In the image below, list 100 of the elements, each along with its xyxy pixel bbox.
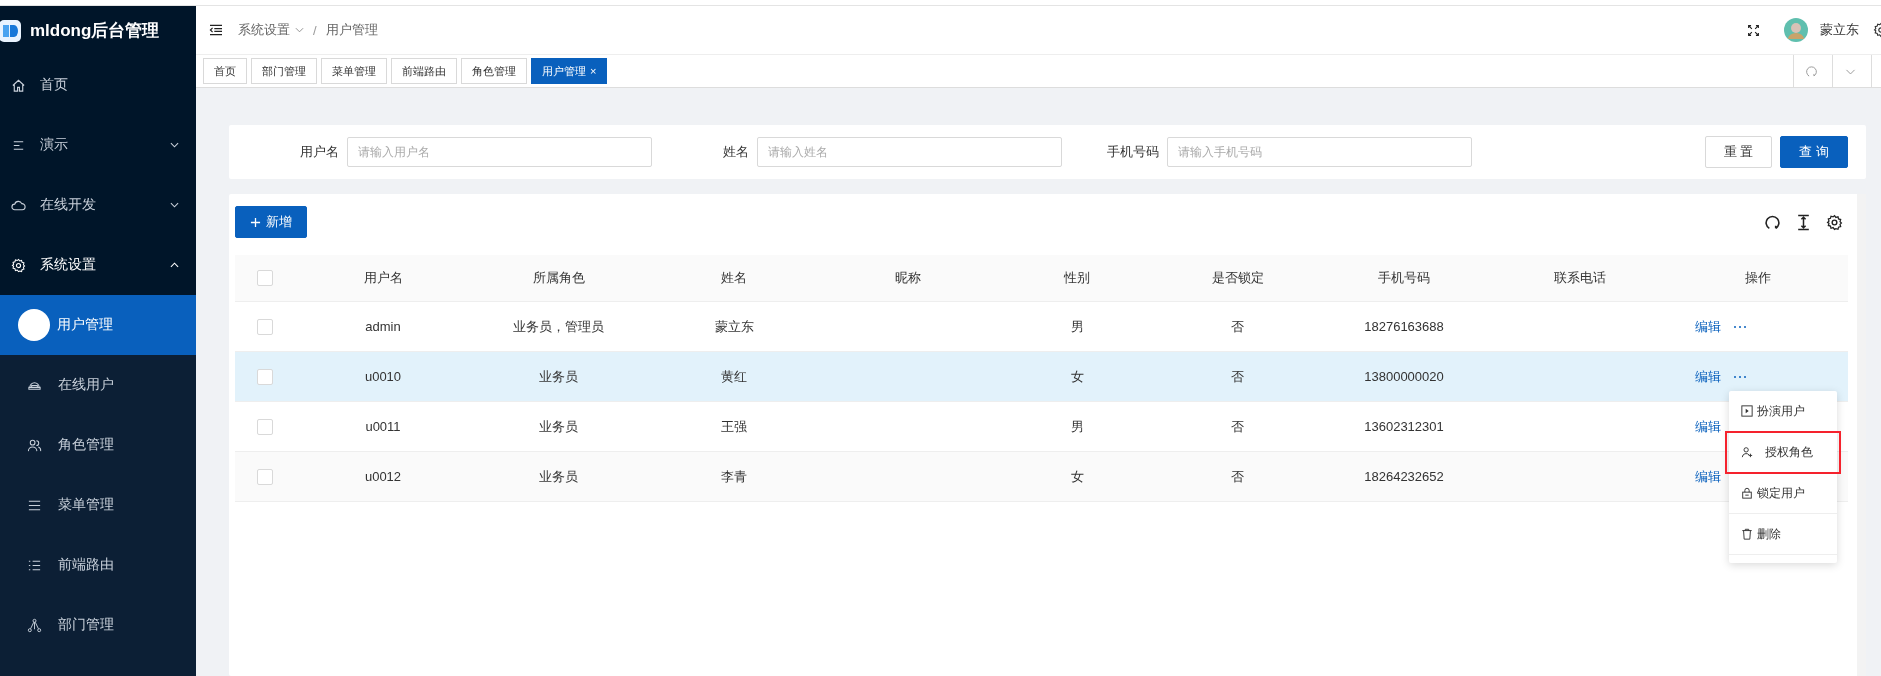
table-cell: 业务员: [539, 418, 578, 434]
edit-link[interactable]: 编辑: [1695, 367, 1721, 386]
edit-link[interactable]: 编辑: [1695, 317, 1721, 336]
column-header: 手机号码: [1377, 269, 1431, 287]
table-cell: admin: [365, 319, 401, 334]
tab[interactable]: 用户管理 ×: [531, 58, 608, 84]
user-add-icon: [1741, 446, 1753, 458]
more-icon[interactable]: [1733, 324, 1747, 329]
chevron-icon: [295, 27, 304, 33]
input-field[interactable]: 请输入用户名: [347, 137, 652, 167]
column-header: 姓名: [720, 269, 748, 287]
menu-item[interactable]: 锁定用户: [1729, 473, 1837, 514]
lock-icon: [1741, 487, 1753, 499]
table-cell: 蒙立东: [714, 318, 754, 334]
menu-fold-icon[interactable]: [209, 24, 223, 36]
refresh-icon[interactable]: [1764, 213, 1781, 231]
table-cell: 业务员: [539, 368, 578, 384]
field-label: 手机号码: [1106, 143, 1159, 161]
tab[interactable]: 角色管理: [461, 58, 527, 84]
sidebar-subitem[interactable]: 用户管理: [0, 295, 196, 355]
breadcrumb-item[interactable]: 用户管理: [325, 21, 378, 39]
sidebar-item[interactable]: 在线开发: [0, 175, 196, 235]
chevron-icon: [170, 262, 179, 268]
home-icon: [11, 77, 26, 93]
table-cell: u0012: [364, 469, 402, 484]
logo-icon: [0, 18, 22, 43]
circle-icon: [18, 309, 50, 341]
avatar[interactable]: [1784, 18, 1808, 42]
menu-item[interactable]: 授权角色: [1726, 432, 1840, 473]
table-cell: 业务员: [539, 468, 578, 484]
table-row[interactable]: u0010 业务员 黄红 女 否 13800000020 编辑: [235, 352, 1848, 402]
add-button[interactable]: 新增: [235, 206, 307, 238]
menu-item[interactable]: 扮演用户: [1729, 391, 1837, 432]
play-icon: [1741, 405, 1753, 417]
checkbox[interactable]: [257, 318, 273, 335]
sidebar-subitem[interactable]: 前端路由: [0, 535, 196, 595]
sidebar-subitem[interactable]: 部门管理: [0, 595, 196, 655]
table-cell: 13602312301: [1364, 419, 1444, 434]
table-cell: 女: [1070, 368, 1084, 384]
chevron-icon: [170, 202, 179, 208]
table-cell: 13800000020: [1364, 369, 1444, 384]
refresh-icon: [1804, 64, 1818, 78]
column-header: 操作: [1743, 269, 1772, 287]
sidebar-subitem[interactable]: 菜单管理: [0, 475, 196, 535]
table-cell: 男: [1070, 418, 1084, 434]
table-cell: 18276163688: [1364, 319, 1444, 334]
settings-icon[interactable]: [1826, 213, 1843, 231]
edit-link[interactable]: 编辑: [1695, 467, 1721, 486]
users-icon: [27, 437, 42, 453]
more-icon[interactable]: [1733, 374, 1747, 379]
table-cell: 业务员，管理员: [513, 318, 604, 334]
fullscreen-icon[interactable]: [1747, 23, 1760, 37]
table-cell: u0011: [365, 419, 401, 434]
column-header: 联系电话: [1553, 269, 1607, 287]
checkbox[interactable]: [257, 418, 273, 435]
column-header: 所属角色: [531, 269, 586, 287]
table-cell: 王强: [721, 418, 747, 434]
table-cell: 黄红: [721, 368, 747, 384]
column-height-icon[interactable]: [1795, 213, 1812, 231]
menu-item[interactable]: 删除: [1729, 514, 1837, 555]
trash-icon: [1741, 528, 1753, 540]
tab[interactable]: 菜单管理: [321, 58, 387, 84]
table-cell: 李青: [721, 468, 747, 484]
checkbox[interactable]: [257, 368, 273, 385]
plus-icon: [250, 216, 261, 228]
field-label: 姓名: [722, 143, 749, 161]
input-field[interactable]: 请输入手机号码: [1167, 137, 1472, 167]
column-header: 用户名: [362, 269, 404, 287]
column-header: 性别: [1063, 269, 1091, 287]
sidebar-subitem[interactable]: 在线用户: [0, 355, 196, 415]
column-header: 昵称: [894, 269, 922, 287]
table-cell: 否: [1231, 418, 1244, 434]
table-cell: 否: [1231, 318, 1244, 334]
table-cell: 女: [1070, 468, 1084, 484]
chevron-icon: [170, 142, 179, 148]
breadcrumb-separator: /: [313, 22, 317, 38]
input-field[interactable]: 请输入姓名: [757, 137, 1062, 167]
network-icon: [27, 617, 42, 633]
sidebar-item[interactable]: 演示: [0, 115, 196, 175]
table-cell: 男: [1070, 318, 1084, 334]
search-button[interactable]: 查 询: [1780, 136, 1848, 168]
reset-button[interactable]: 重 置: [1704, 136, 1773, 168]
tab[interactable]: 部门管理: [251, 58, 317, 84]
gear-icon: [11, 257, 26, 273]
tab[interactable]: 首页: [203, 58, 247, 84]
table-cell: 否: [1231, 368, 1244, 384]
checkbox[interactable]: [257, 270, 273, 287]
column-header: 是否锁定: [1210, 269, 1265, 287]
table-cell: u0010: [364, 369, 402, 384]
app-title: mldong后台管理: [30, 20, 160, 42]
sidebar-item[interactable]: 首页: [0, 55, 196, 115]
edit-link[interactable]: 编辑: [1695, 417, 1721, 436]
user-name[interactable]: 蒙立东: [1820, 21, 1859, 39]
table-cell: 否: [1231, 468, 1244, 484]
tab[interactable]: 前端路由: [391, 58, 457, 84]
sidebar-item[interactable]: 系统设置: [0, 235, 196, 295]
checkbox[interactable]: [257, 468, 273, 485]
sidebar-subitem[interactable]: 角色管理: [0, 415, 196, 475]
breadcrumb-item[interactable]: 系统设置: [238, 21, 290, 39]
field-label: 用户名: [299, 143, 339, 161]
